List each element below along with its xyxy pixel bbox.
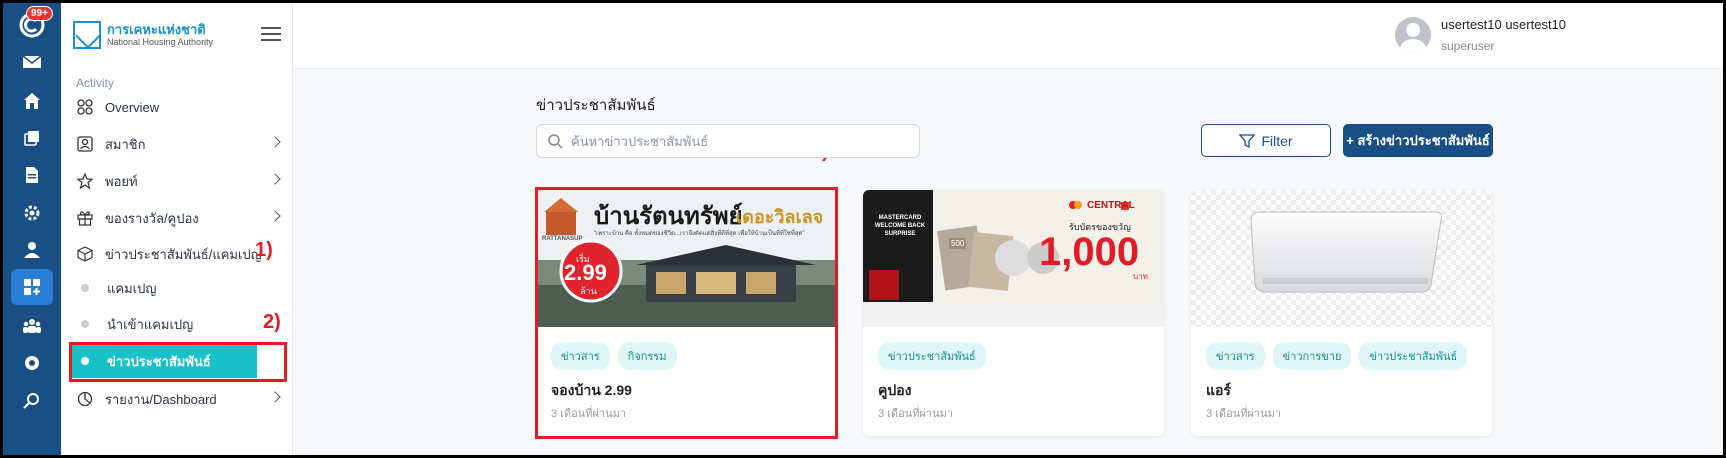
sidebar-item-label: Overview bbox=[105, 99, 160, 115]
sidebar-item-label: ของรางวัล/คูปอง bbox=[105, 210, 199, 226]
chevron-right-icon bbox=[269, 173, 281, 185]
sidebar-item-members[interactable]: สมาชิก bbox=[69, 128, 289, 160]
settings-icon[interactable] bbox=[11, 195, 53, 231]
grid-icon bbox=[77, 99, 93, 115]
document-icon[interactable] bbox=[11, 157, 53, 193]
banner-unit: บาท bbox=[1133, 272, 1148, 281]
sidebar-item-overview[interactable]: Overview bbox=[69, 91, 289, 123]
tag-list: ข่าวประชาสัมพันธ์ bbox=[878, 342, 986, 370]
chevron-right-icon bbox=[269, 391, 281, 403]
create-news-button[interactable]: + สร้างข่าวประชาสัมพันธ์ bbox=[1343, 124, 1493, 157]
tag[interactable]: ข่าวการขาย bbox=[1272, 342, 1352, 370]
annotation-highlight-card bbox=[535, 187, 838, 439]
page-title: ข่าวประชาสัมพันธ์ bbox=[536, 97, 656, 114]
chevron-right-icon bbox=[269, 136, 281, 148]
filter-label: Filter bbox=[1261, 132, 1293, 149]
user-card-icon bbox=[77, 136, 93, 152]
sidebar: การเคหะแห่งชาติ National Housing Authori… bbox=[61, 3, 293, 455]
news-card[interactable]: ข่าวสาร ข่าวการขาย ข่าวประชาสัมพันธ์ แอร… bbox=[1191, 190, 1492, 436]
card-image-air-conditioner bbox=[1191, 190, 1492, 327]
logo-title-th: การเคหะแห่งชาติ bbox=[107, 21, 206, 37]
card-image-coupon: MASTERCARD WELCOME BACK SURPRISE CENTRAL… bbox=[863, 190, 1164, 327]
card-time: 3 เดือนที่ผ่านมา bbox=[1206, 408, 1282, 420]
dashboard-add-icon[interactable] bbox=[11, 269, 53, 305]
team-icon[interactable] bbox=[11, 308, 53, 344]
banner-left-text: MASTERCARD WELCOME BACK SURPRISE bbox=[874, 215, 926, 237]
banner-amount: 1,000 bbox=[1039, 230, 1140, 274]
pie-chart-icon bbox=[77, 391, 93, 407]
news-card[interactable]: MASTERCARD WELCOME BACK SURPRISE CENTRAL… bbox=[863, 190, 1164, 436]
search-icon bbox=[547, 133, 563, 149]
sidebar-item-label: แคมเปญ bbox=[107, 280, 157, 296]
gear-icon[interactable] bbox=[11, 345, 53, 381]
user-role: superuser bbox=[1441, 39, 1495, 53]
sidebar-item-label: นำเข้าแคมเปญ bbox=[107, 316, 194, 332]
sidebar-item-label: พอยท์ bbox=[105, 173, 138, 189]
bullet-icon bbox=[81, 284, 89, 292]
card-time: 3 เดือนที่ผ่านมา bbox=[878, 408, 954, 420]
search-box[interactable] bbox=[536, 124, 920, 158]
home-icon[interactable] bbox=[11, 83, 53, 119]
sidebar-item-import-campaign[interactable]: นำเข้าแคมเปญ bbox=[69, 308, 289, 340]
filter-icon bbox=[1239, 133, 1256, 149]
annotation-step-2: 2) bbox=[263, 311, 281, 333]
bullet-icon bbox=[81, 320, 89, 328]
copy-icon[interactable] bbox=[11, 120, 53, 156]
user-icon[interactable] bbox=[11, 232, 53, 268]
sidebar-item-report[interactable]: รายงาน/Dashboard bbox=[69, 383, 289, 415]
sidebar-item-label: รายงาน/Dashboard bbox=[105, 391, 217, 407]
tag-list: ข่าวสาร ข่าวการขาย ข่าวประชาสัมพันธ์ bbox=[1206, 342, 1468, 370]
annotation-highlight-sidebar bbox=[69, 342, 287, 382]
annotation-step-1: 1) bbox=[255, 239, 273, 261]
banner-brand: CENTRAL bbox=[1087, 200, 1135, 211]
tag[interactable]: ข่าวสาร bbox=[1206, 342, 1265, 370]
icon-rail: 99+ bbox=[3, 3, 61, 455]
gift-icon bbox=[77, 210, 93, 226]
sidebar-item-points[interactable]: พอยท์ bbox=[69, 165, 289, 197]
user-name: usertest10 usertest10 bbox=[1441, 17, 1567, 32]
notification-badge: 99+ bbox=[26, 6, 53, 21]
logo-title-en: National Housing Authority bbox=[107, 36, 214, 47]
sidebar-item-label: ข่าวประชาสัมพันธ์/แคมเปญ bbox=[105, 246, 262, 262]
search-icon[interactable] bbox=[11, 383, 53, 419]
tag[interactable]: ข่าวประชาสัมพันธ์ bbox=[1359, 342, 1468, 370]
nha-logo-icon bbox=[73, 21, 101, 49]
avatar[interactable] bbox=[1395, 17, 1431, 53]
menu-toggle-icon[interactable] bbox=[261, 27, 281, 41]
tag[interactable]: ข่าวประชาสัมพันธ์ bbox=[878, 342, 986, 370]
star-icon bbox=[77, 173, 93, 189]
section-label-activity: Activity bbox=[76, 76, 115, 90]
filter-button[interactable]: Filter bbox=[1201, 124, 1331, 157]
sidebar-item-campaign[interactable]: แคมเปญ bbox=[69, 272, 289, 304]
nha-logo: การเคหะแห่งชาติ National Housing Authori… bbox=[73, 21, 213, 49]
mail-icon[interactable] bbox=[11, 43, 53, 79]
card-title: คูปอง bbox=[878, 382, 912, 398]
card-title: แอร์ bbox=[1206, 382, 1231, 398]
app-window: 99+ การเคหะแห่งชาติ National Housing Aut… bbox=[0, 0, 1726, 458]
search-input[interactable] bbox=[571, 133, 891, 149]
box-icon bbox=[77, 246, 93, 262]
sidebar-item-label: สมาชิก bbox=[105, 136, 146, 152]
sidebar-item-rewards[interactable]: ของรางวัล/คูปอง bbox=[69, 202, 289, 234]
top-bar: usertest10 usertest10 superuser bbox=[293, 3, 1723, 69]
banner-voucher: 500 bbox=[949, 238, 967, 249]
chevron-right-icon bbox=[269, 210, 281, 222]
